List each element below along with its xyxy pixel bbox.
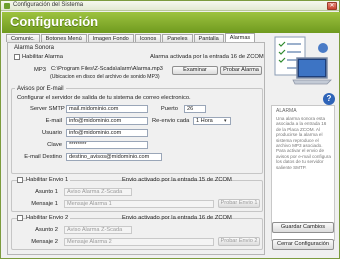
habilitar-alarma-label: Habilitar Alarma — [22, 54, 63, 60]
asunto1-label: Asunto 1 — [35, 189, 58, 195]
puerto-label: Puerto — [160, 106, 178, 112]
tab-botones-menu[interactable]: Botones Menú — [40, 34, 87, 42]
tab-bar: Comunic. Botones Menú Imagen Fondo Icono… — [2, 33, 272, 42]
usuario-label: Usuario — [42, 130, 62, 136]
habilitar-alarma-checkbox[interactable] — [14, 54, 20, 60]
alarma-status-text: Alarma activada por la entrada 16 de ZCO… — [150, 54, 264, 60]
guardar-cambios-button[interactable]: Guardar Cambios — [272, 222, 334, 233]
mp3-path-field[interactable]: C:\Program Files\Z-Scada\alarm\Alarma.mp… — [48, 65, 168, 73]
alarmas-panel: Alarma Sonora Habilitar Alarma Alarma ac… — [7, 42, 265, 255]
help-icon[interactable]: ? — [323, 93, 335, 105]
reenvio-select[interactable]: 1 Hora ▾ — [193, 117, 231, 125]
avisos-email-subtitle: Configurar el servidor de salida de tu s… — [17, 95, 191, 101]
page-title: Configuración — [10, 14, 99, 29]
email-input[interactable]: info@midominio.com — [66, 117, 148, 125]
close-button[interactable]: ✕ — [327, 2, 337, 10]
title-bar: Configuración del Sistema ✕ — [1, 1, 339, 11]
smtp-label: Server SMTP — [30, 106, 65, 112]
alarma-sonora-title: Alarma Sonora — [14, 45, 55, 51]
avisos-email-title: Avisos por E-mail — [15, 86, 66, 92]
tab-pantalla[interactable]: Pantalla — [193, 34, 224, 42]
clave-input[interactable]: ******** — [66, 141, 148, 149]
tab-paneles[interactable]: Paneles — [162, 34, 193, 42]
tab-imagen-fondo[interactable]: Imagen Fondo — [87, 34, 134, 42]
reenvio-label: Re-envio cada — [152, 118, 190, 124]
envio2-status: Envio activado por la entrada 16 de ZCOM — [122, 215, 232, 221]
envio1-status: Envio activado por la entrada 15 de ZCOM — [122, 177, 232, 183]
mensaje1-input[interactable]: Mensaje Alarma 1 — [64, 200, 214, 208]
probar-envio2-button[interactable]: Probar Envio 2 — [218, 237, 260, 246]
mensaje1-label: Mensaje 1 — [31, 201, 58, 207]
side-info-panel: ALARMA Una alarma sonora esta asociada a… — [271, 105, 335, 241]
destino-input[interactable]: destino_avisos@midominio.com — [66, 153, 162, 161]
habilitar-envio2-checkbox[interactable] — [17, 215, 23, 221]
cerrar-configuracion-button[interactable]: Cerrar Configuración — [272, 239, 334, 250]
probar-alarma-button[interactable]: Probar Alarma — [220, 66, 262, 75]
config-window: Configuración del Sistema ✕ Configuració… — [0, 0, 340, 259]
side-panel-title: ALARMA — [276, 108, 297, 114]
smtp-input[interactable]: mail.midominio.com — [66, 105, 148, 113]
checklist-laptop-icon — [274, 36, 332, 85]
habilitar-envio2-label: Habilitar Envio 2 — [26, 215, 71, 221]
tab-iconos[interactable]: Iconos — [134, 34, 162, 42]
probar-envio1-button[interactable]: Probar Envio 1 — [218, 199, 260, 208]
puerto-input[interactable]: 26 — [184, 105, 206, 113]
mensaje2-input[interactable]: Mensaje Alarma 2 — [64, 238, 214, 246]
examinar-button[interactable]: Examinar — [172, 66, 218, 75]
destino-label: E-mail Destino — [24, 154, 62, 160]
side-panel-text: Una alarma sonora esta asociada a la ent… — [276, 116, 331, 170]
asunto2-input[interactable]: Aviso Alarma Z-Scada — [64, 226, 132, 234]
app-icon — [4, 3, 10, 9]
settings-illustration — [271, 34, 335, 92]
asunto2-label: Asunto 2 — [35, 227, 58, 233]
mensaje2-label: Mensaje 2 — [31, 239, 58, 245]
habilitar-envio1-label: Habilitar Envio 1 — [26, 177, 71, 183]
tab-comunic[interactable]: Comunic. — [6, 34, 40, 42]
habilitar-envio1-checkbox[interactable] — [17, 177, 23, 183]
asunto1-input[interactable]: Aviso Alarma Z-Scada — [64, 188, 132, 196]
clave-label: Clave — [47, 142, 62, 148]
mp3-hint: (Ubicacion en disco del archivo de sonid… — [50, 74, 160, 80]
chevron-down-icon: ▾ — [224, 118, 227, 124]
reenvio-value: 1 Hora — [196, 118, 213, 124]
header-banner: Configuración — [2, 12, 340, 33]
window-title: Configuración del Sistema — [13, 2, 84, 8]
usuario-input[interactable]: info@midominio.com — [66, 129, 148, 137]
email-label: E-mail — [45, 118, 62, 124]
tab-alarmas[interactable]: Alarmas — [224, 33, 256, 42]
mp3-label: MP3 — [34, 67, 46, 73]
